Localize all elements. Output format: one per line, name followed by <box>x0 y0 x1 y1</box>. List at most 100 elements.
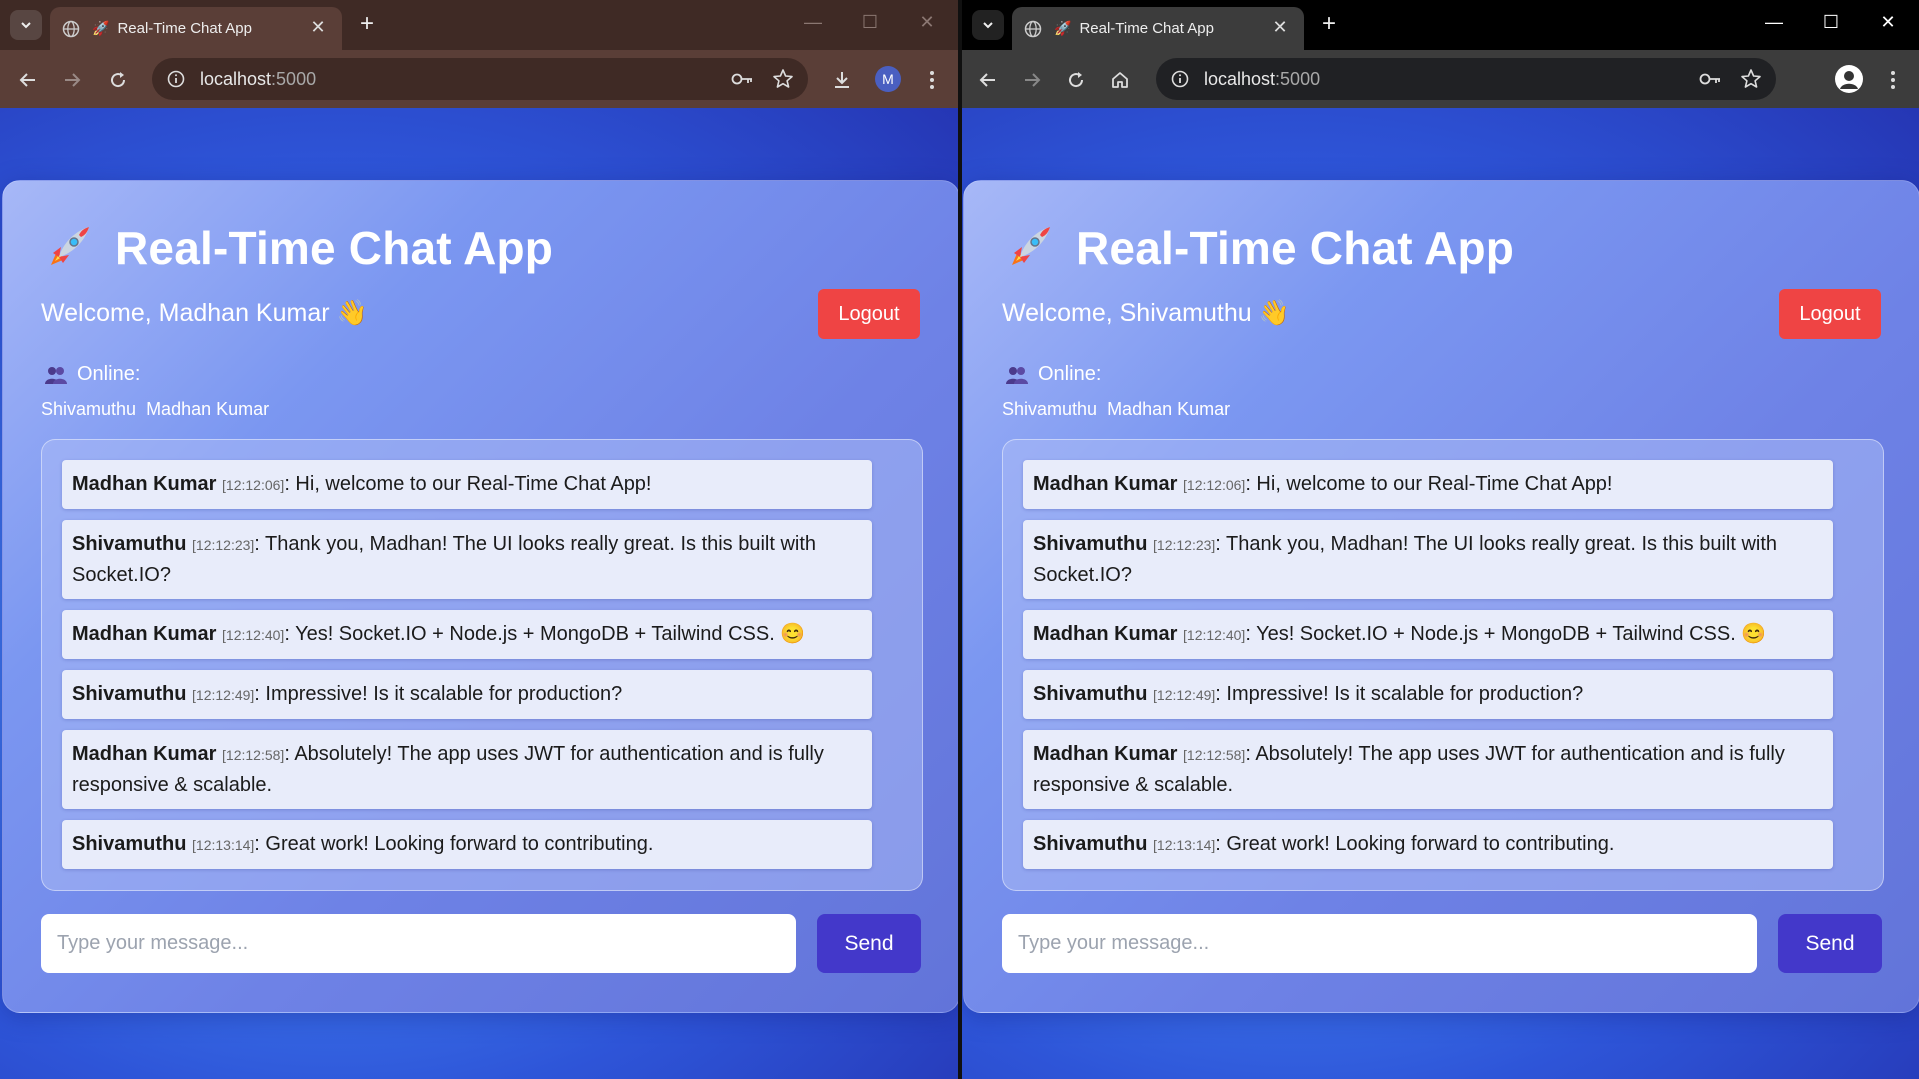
more-vert-icon <box>1891 71 1895 89</box>
message-item: Shivamuthu [12:12:23]: Thank you, Madhan… <box>1023 520 1833 599</box>
password-key-icon[interactable] <box>1698 69 1722 94</box>
message-time: [12:12:23] <box>192 537 255 553</box>
maximize-button[interactable]: ☐ <box>1816 12 1846 33</box>
downloads-button[interactable] <box>828 66 856 94</box>
online-user: Madhan Kumar <box>146 399 270 419</box>
logout-button[interactable]: Logout <box>1779 289 1881 339</box>
message-input[interactable]: Type your message... <box>1002 914 1757 973</box>
message-time: [12:12:06] <box>222 477 285 493</box>
message-item: Madhan Kumar [12:12:58]: Absolutely! The… <box>62 730 872 809</box>
back-button[interactable] <box>974 66 1002 94</box>
reload-icon <box>1069 72 1084 88</box>
message-author: Shivamuthu <box>72 833 187 855</box>
app-title: Real-Time Chat App <box>115 222 554 274</box>
welcome-text: Welcome, Madhan Kumar 👋 <box>41 299 368 327</box>
message-time: [12:12:49] <box>192 687 255 703</box>
page-background: Real-Time Chat App Welcome, Shivamuthu 👋… <box>962 108 1919 1079</box>
browser-menu-button[interactable] <box>1879 66 1907 94</box>
rocket-favicon-icon: 🚀 <box>92 20 110 36</box>
people-icon <box>45 366 67 384</box>
address-bar[interactable]: localhost:5000 <box>1156 58 1776 100</box>
site-info-icon[interactable] <box>1170 69 1190 89</box>
message-author: Madhan Kumar <box>72 623 217 645</box>
send-button[interactable]: Send <box>1778 914 1882 973</box>
message-item: Madhan Kumar [12:12:58]: Absolutely! The… <box>1023 730 1833 809</box>
profile-avatar-icon[interactable] <box>1835 65 1863 93</box>
new-tab-button[interactable]: + <box>352 10 382 40</box>
new-tab-button[interactable]: + <box>1314 10 1344 40</box>
message-item: Madhan Kumar [12:12:40]: Yes! Socket.IO … <box>62 610 872 659</box>
tab-search-button[interactable] <box>972 10 1004 40</box>
message-item: Madhan Kumar [12:12:06]: Hi, welcome to … <box>62 460 872 509</box>
globe-icon <box>62 20 80 38</box>
message-author: Shivamuthu <box>1033 683 1148 705</box>
forward-button[interactable] <box>1018 66 1046 94</box>
message-item: Madhan Kumar [12:12:06]: Hi, welcome to … <box>1023 460 1833 509</box>
profile-avatar[interactable]: M <box>875 66 901 92</box>
message-text: : Yes! Socket.IO + Node.js + MongoDB + T… <box>1245 623 1767 645</box>
message-text: : Hi, welcome to our Real-Time Chat App! <box>284 473 652 495</box>
message-input[interactable]: Type your message... <box>41 914 796 973</box>
back-arrow-icon <box>19 73 35 87</box>
send-button[interactable]: Send <box>817 914 921 973</box>
maximize-button[interactable]: ☐ <box>855 12 885 33</box>
message-time: [12:12:23] <box>1153 537 1216 553</box>
forward-arrow-icon <box>1025 73 1041 87</box>
tab-chat-app[interactable]: 🚀 Real-Time Chat App ✕ <box>50 7 342 50</box>
password-key-icon[interactable] <box>730 69 754 94</box>
logout-button[interactable]: Logout <box>818 289 920 339</box>
message-text: : Impressive! Is it scalable for product… <box>1215 683 1584 705</box>
back-button[interactable] <box>14 66 42 94</box>
message-text: : Great work! Looking forward to contrib… <box>1215 833 1615 855</box>
messages-container[interactable]: Madhan Kumar [12:12:06]: Hi, welcome to … <box>1002 439 1884 891</box>
download-icon <box>835 72 849 88</box>
rocket-icon <box>1012 227 1050 265</box>
home-button[interactable] <box>1106 66 1134 94</box>
close-window-button[interactable]: ✕ <box>1873 12 1903 33</box>
online-label: Online: <box>1038 363 1102 385</box>
app-header: Real-Time Chat App <box>1002 221 1514 275</box>
message-author: Madhan Kumar <box>72 743 217 765</box>
tab-strip: 🚀 Real-Time Chat App ✕ + — ☐ ✕ <box>0 0 958 50</box>
globe-icon <box>1024 20 1042 38</box>
browser-menu-button[interactable] <box>918 66 946 94</box>
chevron-down-icon <box>21 22 31 29</box>
message-time: [12:12:40] <box>1183 627 1246 643</box>
tab-title: Real-Time Chat App <box>117 20 252 37</box>
messages-container[interactable]: Madhan Kumar [12:12:06]: Hi, welcome to … <box>41 439 923 891</box>
tab-chat-app[interactable]: 🚀 Real-Time Chat App ✕ <box>1012 7 1304 50</box>
close-tab-icon[interactable]: ✕ <box>308 17 328 38</box>
bookmark-star-icon[interactable] <box>772 68 794 95</box>
minimize-button[interactable]: — <box>1759 12 1789 33</box>
people-icon <box>1006 366 1028 384</box>
reload-button[interactable] <box>1062 66 1090 94</box>
online-header: Online: <box>45 363 140 386</box>
message-item: Shivamuthu [12:12:49]: Impressive! Is it… <box>1023 670 1833 719</box>
forward-button[interactable] <box>58 66 86 94</box>
message-text: : Yes! Socket.IO + Node.js + MongoDB + T… <box>284 623 806 645</box>
message-text: : Impressive! Is it scalable for product… <box>254 683 623 705</box>
message-author: Shivamuthu <box>72 533 187 555</box>
message-item: Shivamuthu [12:12:23]: Thank you, Madhan… <box>62 520 872 599</box>
tab-search-button[interactable] <box>10 10 42 40</box>
chat-card: Real-Time Chat App Welcome, Shivamuthu 👋… <box>963 180 1919 1013</box>
app-title: Real-Time Chat App <box>1076 222 1515 274</box>
back-arrow-icon <box>979 73 995 87</box>
reload-button[interactable] <box>104 66 132 94</box>
minimize-button[interactable]: — <box>798 12 828 33</box>
bookmark-star-icon[interactable] <box>1740 68 1762 95</box>
site-info-icon[interactable] <box>166 69 186 89</box>
close-tab-icon[interactable]: ✕ <box>1270 17 1290 38</box>
message-time: [12:12:06] <box>1183 477 1246 493</box>
address-bar[interactable]: localhost:5000 <box>152 58 808 100</box>
online-header: Online: <box>1006 363 1101 386</box>
message-text: : Hi, welcome to our Real-Time Chat App! <box>1245 473 1613 495</box>
tab-strip: 🚀 Real-Time Chat App ✕ + — ☐ ✕ <box>962 0 1919 50</box>
close-window-button[interactable]: ✕ <box>912 12 942 33</box>
browser-toolbar: localhost:5000 M <box>0 50 958 108</box>
online-user: Shivamuthu <box>41 399 137 419</box>
message-author: Madhan Kumar <box>1033 473 1178 495</box>
message-item: Shivamuthu [12:13:14]: Great work! Looki… <box>62 820 872 869</box>
message-time: [12:13:14] <box>192 837 255 853</box>
message-item: Shivamuthu [12:13:14]: Great work! Looki… <box>1023 820 1833 869</box>
